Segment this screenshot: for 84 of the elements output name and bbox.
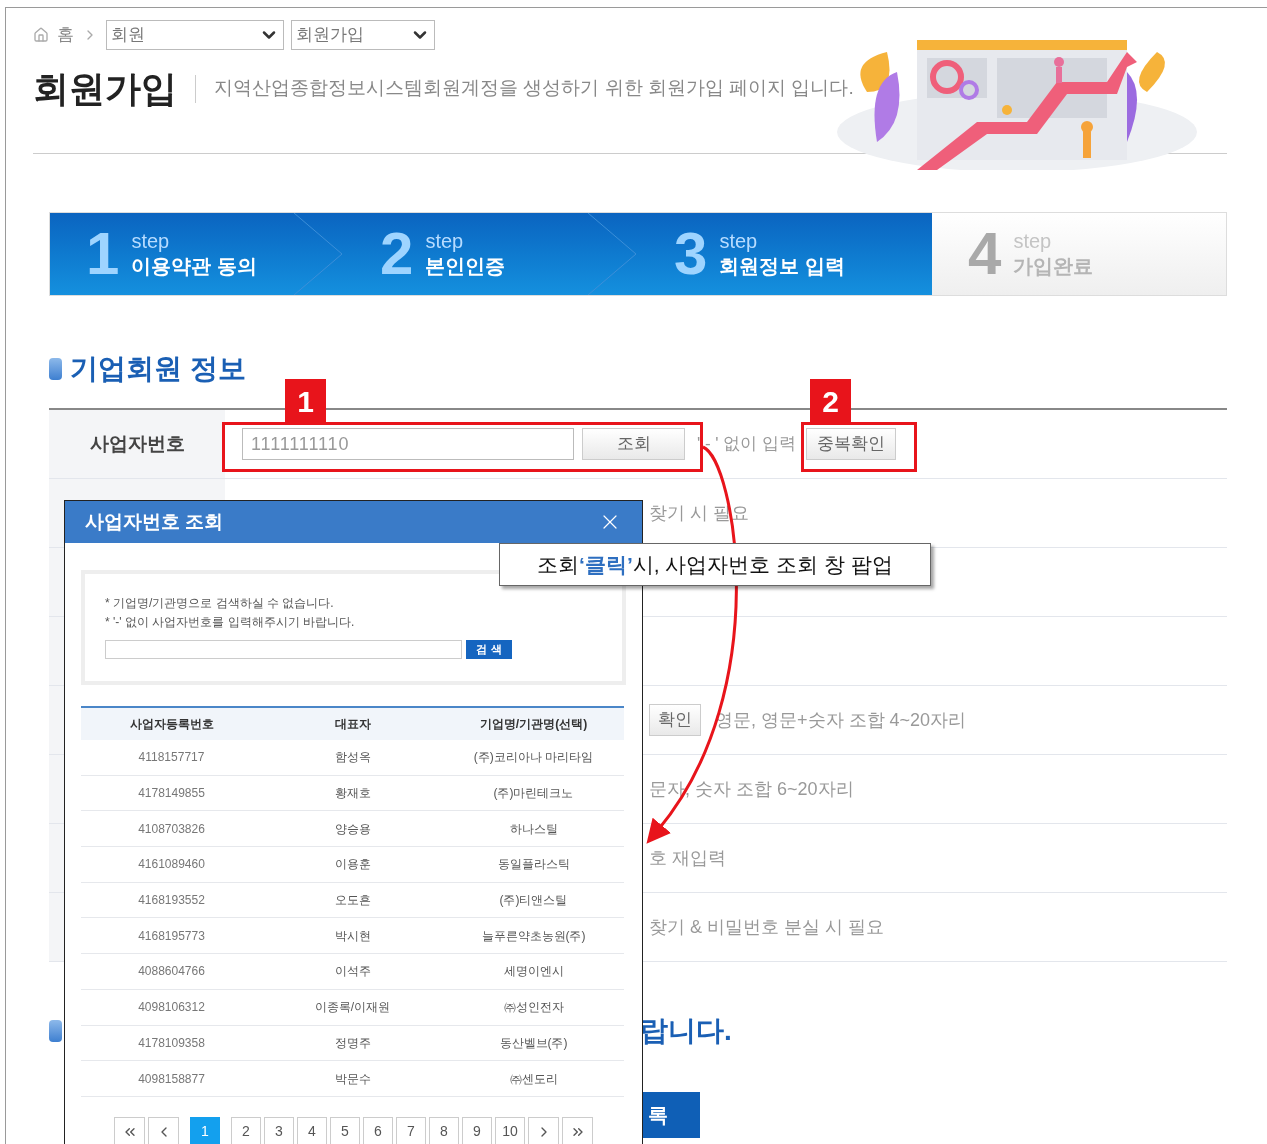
step-title: 가입완료 [1013, 254, 1094, 279]
field-label: 사업자번호 [89, 431, 185, 456]
table-cell-text: (주)코리아나 마리타임 [473, 749, 594, 767]
table-cell-text: 이종록/이재원 [314, 999, 391, 1017]
bullet-icon [49, 1020, 62, 1042]
search-input[interactable] [105, 640, 462, 659]
page-button[interactable]: 4 [297, 1116, 327, 1144]
next-page-button[interactable] [528, 1116, 559, 1144]
step-title: 본인인증 [425, 254, 506, 279]
duplicate-check-button[interactable]: 중복확인 [806, 428, 897, 460]
page-button[interactable]: 3 [264, 1116, 294, 1144]
step-marker: 2 [810, 379, 851, 423]
table-cell-text: 4178109358 [138, 1034, 205, 1052]
home-icon[interactable] [33, 27, 49, 43]
chevron-divider-icon [294, 213, 344, 295]
check-button[interactable]: 확인 [649, 704, 701, 736]
page-title: 회원가입 [33, 66, 177, 111]
table-cell-text: ㈜성인전자 [503, 999, 564, 1017]
table-cell-text: 오도흔 [334, 892, 371, 910]
step-label: step [425, 229, 465, 254]
table-cell-text: 이용훈 [334, 856, 371, 874]
step-title: 이용약관 동의 [131, 254, 257, 279]
table-cell-text: 정명주 [334, 1034, 371, 1052]
table-cell-text: 하나스틸 [509, 820, 558, 838]
field-hint: 호 재입력 [649, 846, 726, 870]
table-cell-text: 박문수 [334, 1070, 371, 1088]
table-cell-text: 4098158877 [138, 1070, 205, 1088]
table-cell-text: (주)마린테크노 [493, 785, 574, 803]
table-cell-text: 이석주 [334, 963, 371, 981]
column-header: 사업자등록번호 [129, 716, 214, 733]
table-cell-text: 4118157717 [138, 749, 205, 767]
step-number: 2 [380, 224, 414, 284]
bullet-icon [49, 358, 62, 380]
table-cell-text: 동산벨브(주) [499, 1034, 568, 1052]
section-heading: 랍니다. [640, 1014, 732, 1048]
field-hint: ' - ' 없이 입력 [697, 433, 797, 456]
table-cell-text: ㈜센도리 [509, 1070, 558, 1088]
step-number: 4 [968, 224, 1002, 284]
page-button[interactable]: 6 [363, 1116, 393, 1144]
page-button[interactable]: 8 [429, 1116, 459, 1144]
page-button[interactable]: 7 [396, 1116, 426, 1144]
lookup-button[interactable]: 조회 [582, 428, 685, 460]
page-button[interactable]: 10 [495, 1116, 525, 1144]
table-cell-text: 4098106312 [138, 999, 205, 1017]
previous-page-button[interactable] [148, 1116, 179, 1144]
table-cell-text: 동일플라스틱 [497, 856, 570, 874]
table-cell-text: 4088604766 [138, 963, 205, 981]
table-cell-text: 늘푸른약초농원(주) [481, 927, 586, 945]
page-button[interactable]: 2 [231, 1116, 261, 1144]
popup-title: 사업자번호 조회 [85, 509, 224, 534]
page-description: 지역산업종합정보시스템회원계정을 생성하기 위한 회원가입 페이지 입니다. [214, 76, 854, 101]
step-marker: 1 [285, 379, 326, 423]
table-cell-text: 황재호 [334, 785, 371, 803]
table-cell-text: 4178149855 [138, 785, 205, 803]
page-button[interactable]: 9 [462, 1116, 492, 1144]
table-cell-text: 함성옥 [334, 749, 371, 767]
table-cell-text: 세명이엔시 [503, 963, 564, 981]
dropdown-select[interactable]: 회원가입 [291, 20, 435, 50]
table-cell-text: 박시현 [334, 927, 371, 945]
table-cell-text: (주)티앤스틸 [499, 892, 568, 910]
notice-text: * 기업명/기관명으로 검색하실 수 없습니다. [105, 595, 335, 612]
step-label: step [131, 229, 171, 254]
table-cell-text: 양승용 [334, 820, 371, 838]
table-cell-text: 4168193552 [138, 892, 205, 910]
step-title: 회원정보 입력 [719, 254, 845, 279]
table-cell-text: 4108703826 [138, 820, 205, 838]
field-hint: 찾기 & 비밀번호 분실 시 필요 [649, 915, 884, 939]
first-page-button[interactable] [114, 1116, 145, 1144]
notice-text: * '-' 없이 사업자번호를 입력해주시기 바랍니다. [105, 614, 356, 631]
table-cell-text: 4168195773 [138, 927, 205, 945]
search-button[interactable]: 검 색 [466, 640, 512, 659]
table-cell-text: 4161089460 [138, 856, 205, 874]
column-header: 기업명/기관명(선택) [479, 716, 588, 733]
step-number: 1 [86, 224, 120, 284]
page-button[interactable]: 5 [330, 1116, 360, 1144]
column-header: 대표자 [334, 716, 371, 733]
dropdown-select[interactable]: 회원 [106, 20, 284, 50]
breadcrumb-home[interactable]: 홈 [57, 22, 74, 48]
last-page-button[interactable] [562, 1116, 593, 1144]
section-title: 기업회원 정보 [70, 352, 246, 386]
chevron-divider-icon [588, 213, 638, 295]
step-number: 3 [674, 224, 708, 284]
callout-text: 조회‘클릭’시, 사업자번호 조회 창 팝업 [499, 543, 931, 586]
step-label: step [719, 229, 759, 254]
